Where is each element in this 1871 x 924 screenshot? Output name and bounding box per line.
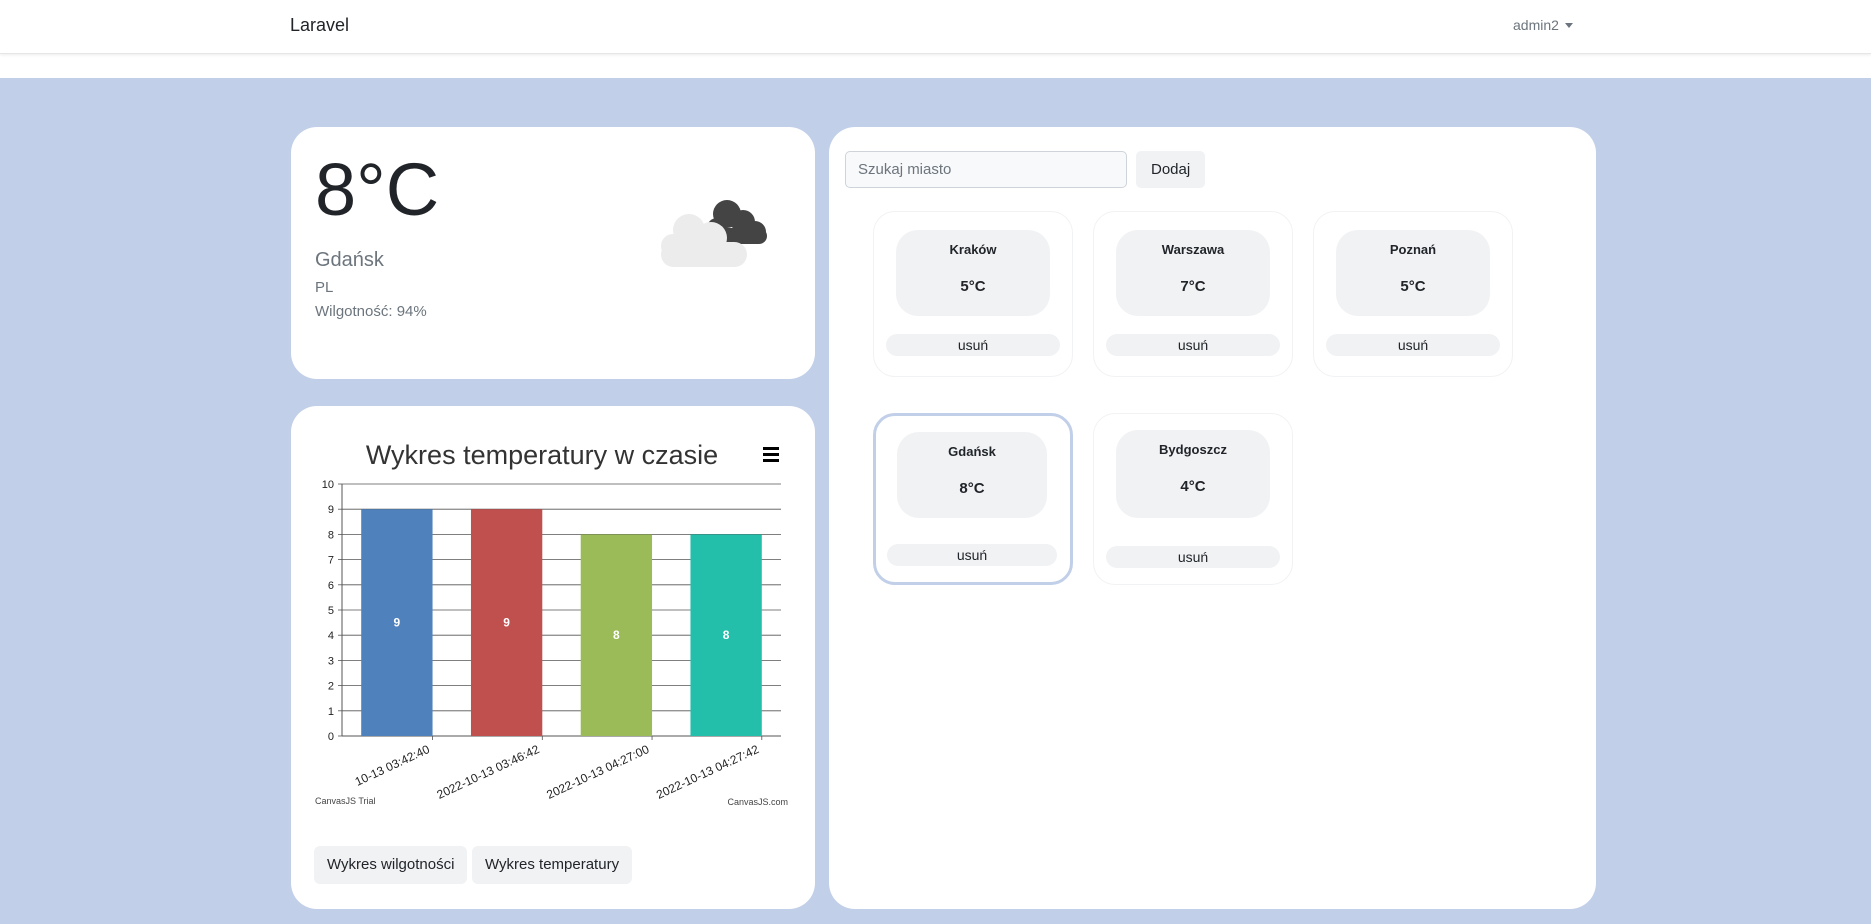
current-country: PL	[315, 279, 334, 296]
current-city: Gdańsk	[315, 249, 384, 271]
user-name: admin2	[1513, 17, 1559, 33]
city-tile-poznan[interactable]: Poznań 5°C usuń	[1313, 211, 1513, 377]
x-tick-label: 2022-10-13 03:46:42	[435, 742, 542, 802]
city-temperature: 5°C	[1400, 278, 1426, 295]
navbar: Laravel admin2	[0, 0, 1871, 54]
y-tick-label: 3	[328, 655, 334, 667]
y-tick-label: 1	[328, 706, 334, 718]
city-tile-info: Poznań 5°C	[1336, 230, 1490, 316]
city-name: Kraków	[949, 242, 997, 257]
x-tick-label: 2022-10-13 04:27:42	[654, 742, 761, 802]
bar-data-label: 8	[613, 628, 620, 642]
bar-data-label: 8	[723, 628, 730, 642]
city-name: Gdańsk	[948, 444, 996, 459]
y-tick-label: 2	[328, 681, 334, 693]
remove-city-button[interactable]: usuń	[1106, 334, 1280, 356]
city-name: Warszawa	[1161, 242, 1225, 257]
current-temperature: 8°C	[315, 148, 440, 231]
y-tick-label: 6	[328, 580, 334, 592]
chart-trial-label: CanvasJS Trial	[315, 796, 376, 806]
y-tick-label: 8	[328, 529, 334, 541]
hamburger-menu-icon[interactable]	[760, 444, 782, 464]
city-tile-bydgoszcz[interactable]: Bydgoszcz 4°C usuń	[1093, 413, 1293, 585]
remove-city-button[interactable]: usuń	[1106, 546, 1280, 568]
city-tile-info: Gdańsk 8°C	[897, 432, 1047, 518]
city-temperature: 7°C	[1180, 278, 1206, 295]
add-city-button[interactable]: Dodaj	[1136, 151, 1206, 188]
user-dropdown[interactable]: admin2	[1513, 17, 1573, 33]
y-tick-label: 10	[322, 479, 334, 491]
humidity-chart-button[interactable]: Wykres wilgotności	[314, 846, 468, 884]
city-tile-info: Bydgoszcz 4°C	[1116, 430, 1270, 518]
city-temperature: 5°C	[960, 278, 986, 295]
chart-title: Wykres temperatury w czasie	[365, 440, 719, 470]
remove-city-button[interactable]: usuń	[887, 544, 1057, 566]
city-search-input[interactable]	[845, 151, 1127, 188]
city-temperature: 4°C	[1180, 478, 1206, 495]
x-tick-label: 2022-10-13 04:27:00	[544, 742, 651, 802]
city-tile-krakow[interactable]: Kraków 5°C usuń	[873, 211, 1073, 377]
bar-data-label: 9	[503, 616, 510, 630]
y-tick-label: 4	[328, 630, 334, 642]
y-tick-label: 0	[328, 731, 334, 743]
x-tick-label: 10-13 03:42:40	[353, 742, 432, 789]
city-tile-info: Warszawa 7°C	[1116, 230, 1270, 316]
current-humidity: Wilgotność: 94%	[315, 303, 427, 320]
y-tick-label: 5	[328, 605, 334, 617]
cities-card: Dodaj Kraków 5°C usuń Warszawa 7°C usuń …	[829, 127, 1596, 909]
humidity-label: Wilgotność:	[315, 303, 393, 320]
city-tile-info: Kraków 5°C	[896, 230, 1050, 316]
chart-card: 0 1 2 3 4 5 6 7 8 9 10 9 10-13 03:42:40 9 2022-10-13 0…	[291, 406, 815, 909]
y-tick-label: 9	[328, 504, 334, 516]
bar-data-label: 9	[394, 616, 401, 630]
remove-city-button[interactable]: usuń	[886, 334, 1060, 356]
city-name: Poznań	[1389, 242, 1437, 257]
chevron-down-icon	[1564, 23, 1573, 28]
city-temperature: 8°C	[959, 480, 985, 497]
current-weather-card: 8°C Gdańsk PL Wilgotność: 94%	[291, 127, 815, 379]
temperature-chart-button[interactable]: Wykres temperatury	[472, 846, 633, 884]
city-tile-gdansk[interactable]: Gdańsk 8°C usuń	[873, 413, 1073, 585]
brand-link[interactable]: Laravel	[290, 15, 349, 36]
chart-credit-label: CanvasJS.com	[727, 797, 788, 807]
y-tick-label: 7	[328, 555, 334, 567]
remove-city-button[interactable]: usuń	[1326, 334, 1500, 356]
city-tile-warszawa[interactable]: Warszawa 7°C usuń	[1093, 211, 1293, 377]
city-name: Bydgoszcz	[1159, 442, 1227, 457]
humidity-value: 94%	[396, 303, 427, 320]
cloud-icon	[661, 200, 767, 267]
